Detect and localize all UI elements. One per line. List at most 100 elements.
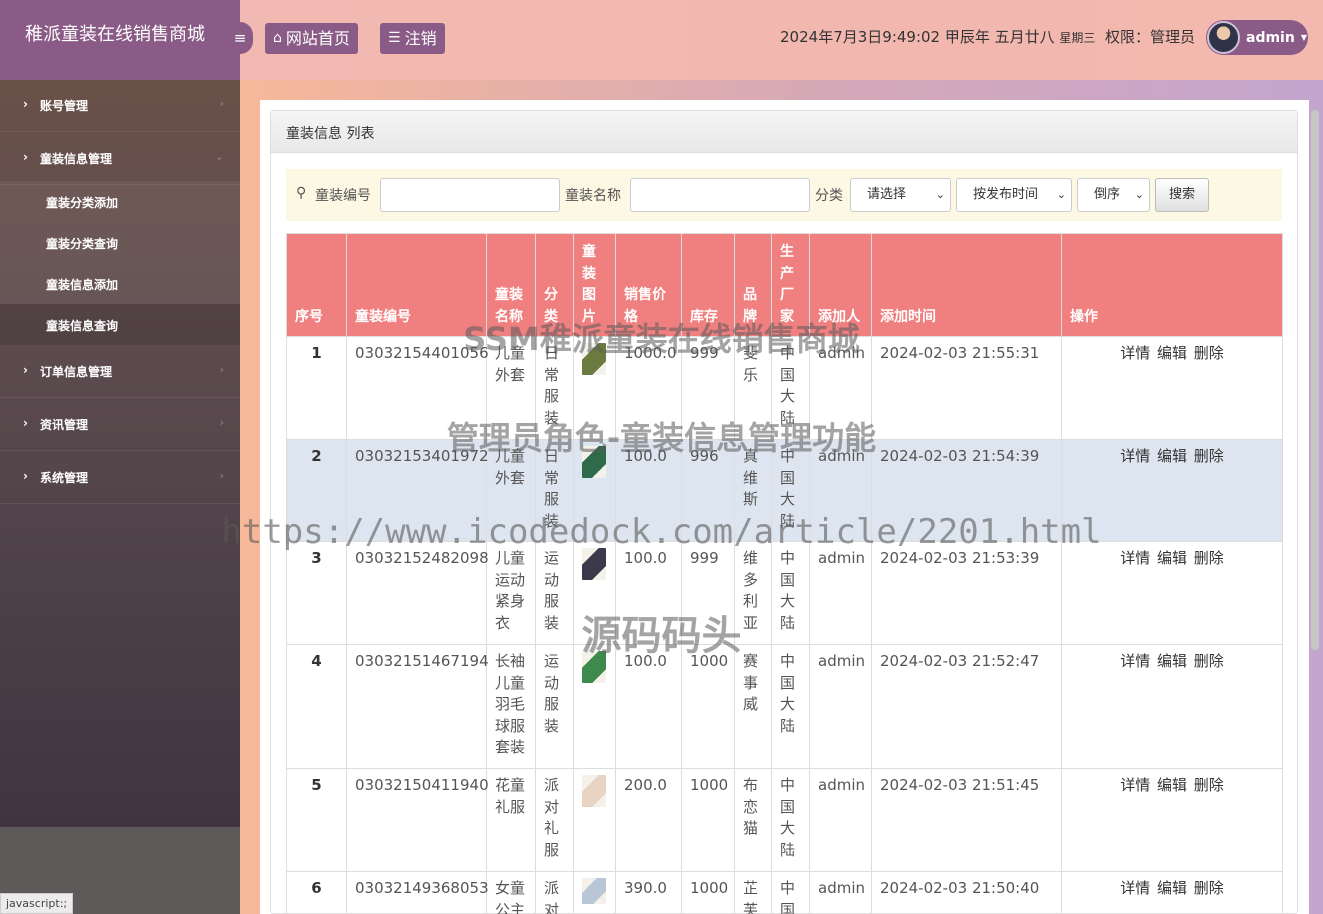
- cell-index: 5: [286, 768, 347, 872]
- cell-stock: 1000: [681, 768, 735, 872]
- edit-link[interactable]: 编辑: [1157, 776, 1187, 794]
- product-thumbnail[interactable]: [582, 878, 606, 904]
- table-row: 5 03032150411940 花童礼服 派对礼服 200.0 1000 布恋猫 中国大陆 a…: [286, 768, 1283, 872]
- cell-category: 日常服装: [535, 336, 574, 440]
- cell-maker: 中国: [771, 871, 810, 914]
- detail-link[interactable]: 详情: [1120, 879, 1150, 897]
- header-col-time: 添加时间: [871, 233, 1062, 337]
- delete-link[interactable]: 删除: [1194, 879, 1224, 897]
- cell-adder: admin: [809, 541, 872, 645]
- cell-category: 运动服装: [535, 541, 574, 645]
- scrollbar[interactable]: [1311, 110, 1319, 650]
- cell-ops: 详情 编辑 删除: [1061, 644, 1283, 769]
- sidebar-item-system[interactable]: › 系统管理 ›: [0, 452, 240, 504]
- search-button[interactable]: 搜索: [1155, 178, 1209, 212]
- cell-image: [573, 871, 616, 914]
- sidebar-item-label: 资讯管理: [40, 418, 89, 432]
- cell-price: 390.0: [615, 871, 682, 914]
- sidebar-subitem-category-query[interactable]: 童装分类查询: [0, 222, 240, 263]
- detail-link[interactable]: 详情: [1120, 344, 1150, 362]
- edit-link[interactable]: 编辑: [1157, 652, 1187, 670]
- cell-maker: 中国大陆: [771, 439, 810, 542]
- logout-button[interactable]: ☰ 注销: [380, 23, 445, 54]
- header-col-category: 分类: [535, 233, 574, 337]
- cell-brand: 芷芙: [734, 871, 772, 914]
- sidebar-subitem-info-query[interactable]: 童装信息查询: [0, 304, 240, 345]
- sidebar-item-clothing[interactable]: › 童装信息管理 ⌄: [0, 133, 240, 185]
- delete-link[interactable]: 删除: [1194, 447, 1224, 465]
- cell-code: 03032154401056: [346, 336, 489, 440]
- sidebar: › 账号管理 › › 童装信息管理 ⌄ 童装分类添加 童装分类查询 童装信息添加…: [0, 80, 240, 914]
- chevron-down-icon: ⌄: [935, 188, 945, 201]
- cell-ops: 详情 编辑 删除: [1061, 336, 1283, 440]
- top-header: ≡ ⌂ 网站首页 ☰ 注销 2024年7月3日9:49:02 甲辰年 五月廿八 …: [227, 0, 1323, 80]
- delete-link[interactable]: 删除: [1194, 549, 1224, 567]
- datetime: 2024年7月3日9:49:02 甲辰年 五月廿八: [780, 28, 1055, 46]
- name-input[interactable]: [630, 178, 810, 212]
- edit-link[interactable]: 编辑: [1157, 344, 1187, 362]
- cell-time: 2024-02-03 21:51:45: [871, 768, 1062, 872]
- chevron-right-icon: ›: [219, 97, 224, 110]
- cell-time: 2024-02-03 21:53:39: [871, 541, 1062, 645]
- header-col-code: 童装编号: [346, 233, 487, 337]
- sidebar-item-orders[interactable]: › 订单信息管理 ›: [0, 346, 240, 398]
- chevron-right-icon: ›: [219, 469, 224, 482]
- cell-brand: 维多利亚: [734, 541, 772, 645]
- edit-link[interactable]: 编辑: [1157, 549, 1187, 567]
- search-icon: ⚲: [296, 185, 307, 201]
- cell-image: [573, 439, 616, 542]
- sidebar-subitem-label: 童装信息添加: [46, 278, 119, 292]
- header-col-index: 序号: [286, 233, 347, 337]
- sidebar-subitem-category-add[interactable]: 童装分类添加: [0, 181, 240, 222]
- cell-ops: 详情 编辑 删除: [1061, 871, 1283, 914]
- list-icon: ☰: [388, 30, 401, 46]
- product-thumbnail[interactable]: [582, 651, 606, 683]
- sort-select[interactable]: 按发布时间 ⌄: [956, 178, 1072, 212]
- product-thumbnail[interactable]: [582, 446, 606, 478]
- brand-area: 稚派童装在线销售商城: [0, 0, 240, 80]
- logout-label: 注销: [404, 29, 437, 48]
- chevron-right-icon: ›: [23, 150, 28, 164]
- product-thumbnail[interactable]: [582, 343, 606, 375]
- order-select-value: 倒序: [1094, 187, 1121, 202]
- user-name: admin: [1246, 29, 1295, 46]
- delete-link[interactable]: 删除: [1194, 344, 1224, 362]
- header-col-brand: 品牌: [734, 233, 772, 337]
- delete-link[interactable]: 删除: [1194, 652, 1224, 670]
- cell-maker: 中国大陆: [771, 541, 810, 645]
- panel-title: 童装信息 列表: [271, 111, 1297, 153]
- sidebar-subitem-label: 童装信息查询: [46, 319, 119, 333]
- detail-link[interactable]: 详情: [1120, 652, 1150, 670]
- bars-icon[interactable]: ≡: [227, 22, 253, 54]
- detail-link[interactable]: 详情: [1120, 776, 1150, 794]
- cell-name: 儿童外套: [486, 336, 536, 440]
- detail-link[interactable]: 详情: [1120, 447, 1150, 465]
- order-select[interactable]: 倒序 ⌄: [1077, 178, 1150, 212]
- sidebar-item-news[interactable]: › 资讯管理 ›: [0, 399, 240, 451]
- product-thumbnail[interactable]: [582, 775, 606, 807]
- product-thumbnail[interactable]: [582, 548, 606, 580]
- detail-link[interactable]: 详情: [1120, 549, 1150, 567]
- sidebar-item-account[interactable]: › 账号管理 ›: [0, 80, 240, 132]
- chevron-right-icon: ›: [219, 363, 224, 376]
- home-button[interactable]: ⌂ 网站首页: [265, 23, 358, 54]
- cell-adder: admin: [809, 439, 872, 542]
- sidebar-subitem-info-add[interactable]: 童装信息添加: [0, 263, 240, 304]
- cell-stock: 999: [681, 541, 735, 645]
- edit-link[interactable]: 编辑: [1157, 447, 1187, 465]
- cell-adder: admin: [809, 768, 872, 872]
- cell-name: 长袖儿童羽毛球服套装: [486, 644, 536, 769]
- table-row: 4 03032151467194 长袖儿童羽毛球服套装 运动服装 100.0 1000 赛事…: [286, 644, 1283, 769]
- cell-maker: 中国大陆: [771, 644, 810, 769]
- delete-link[interactable]: 删除: [1194, 776, 1224, 794]
- cell-index: 3: [286, 541, 347, 645]
- cell-image: [573, 336, 616, 440]
- header-col-price: 销售价格: [615, 233, 682, 337]
- role-label: 权限：管理员: [1104, 28, 1195, 46]
- table-row: 1 03032154401056 儿童外套 日常服装 1000.0 999 斐乐 中国大陆 ad…: [286, 336, 1283, 440]
- cell-category: 派对: [535, 871, 574, 914]
- code-input[interactable]: [380, 178, 560, 212]
- category-select[interactable]: 请选择 ⌄: [850, 178, 951, 212]
- user-menu[interactable]: admin ▼: [1206, 20, 1308, 55]
- edit-link[interactable]: 编辑: [1157, 879, 1187, 897]
